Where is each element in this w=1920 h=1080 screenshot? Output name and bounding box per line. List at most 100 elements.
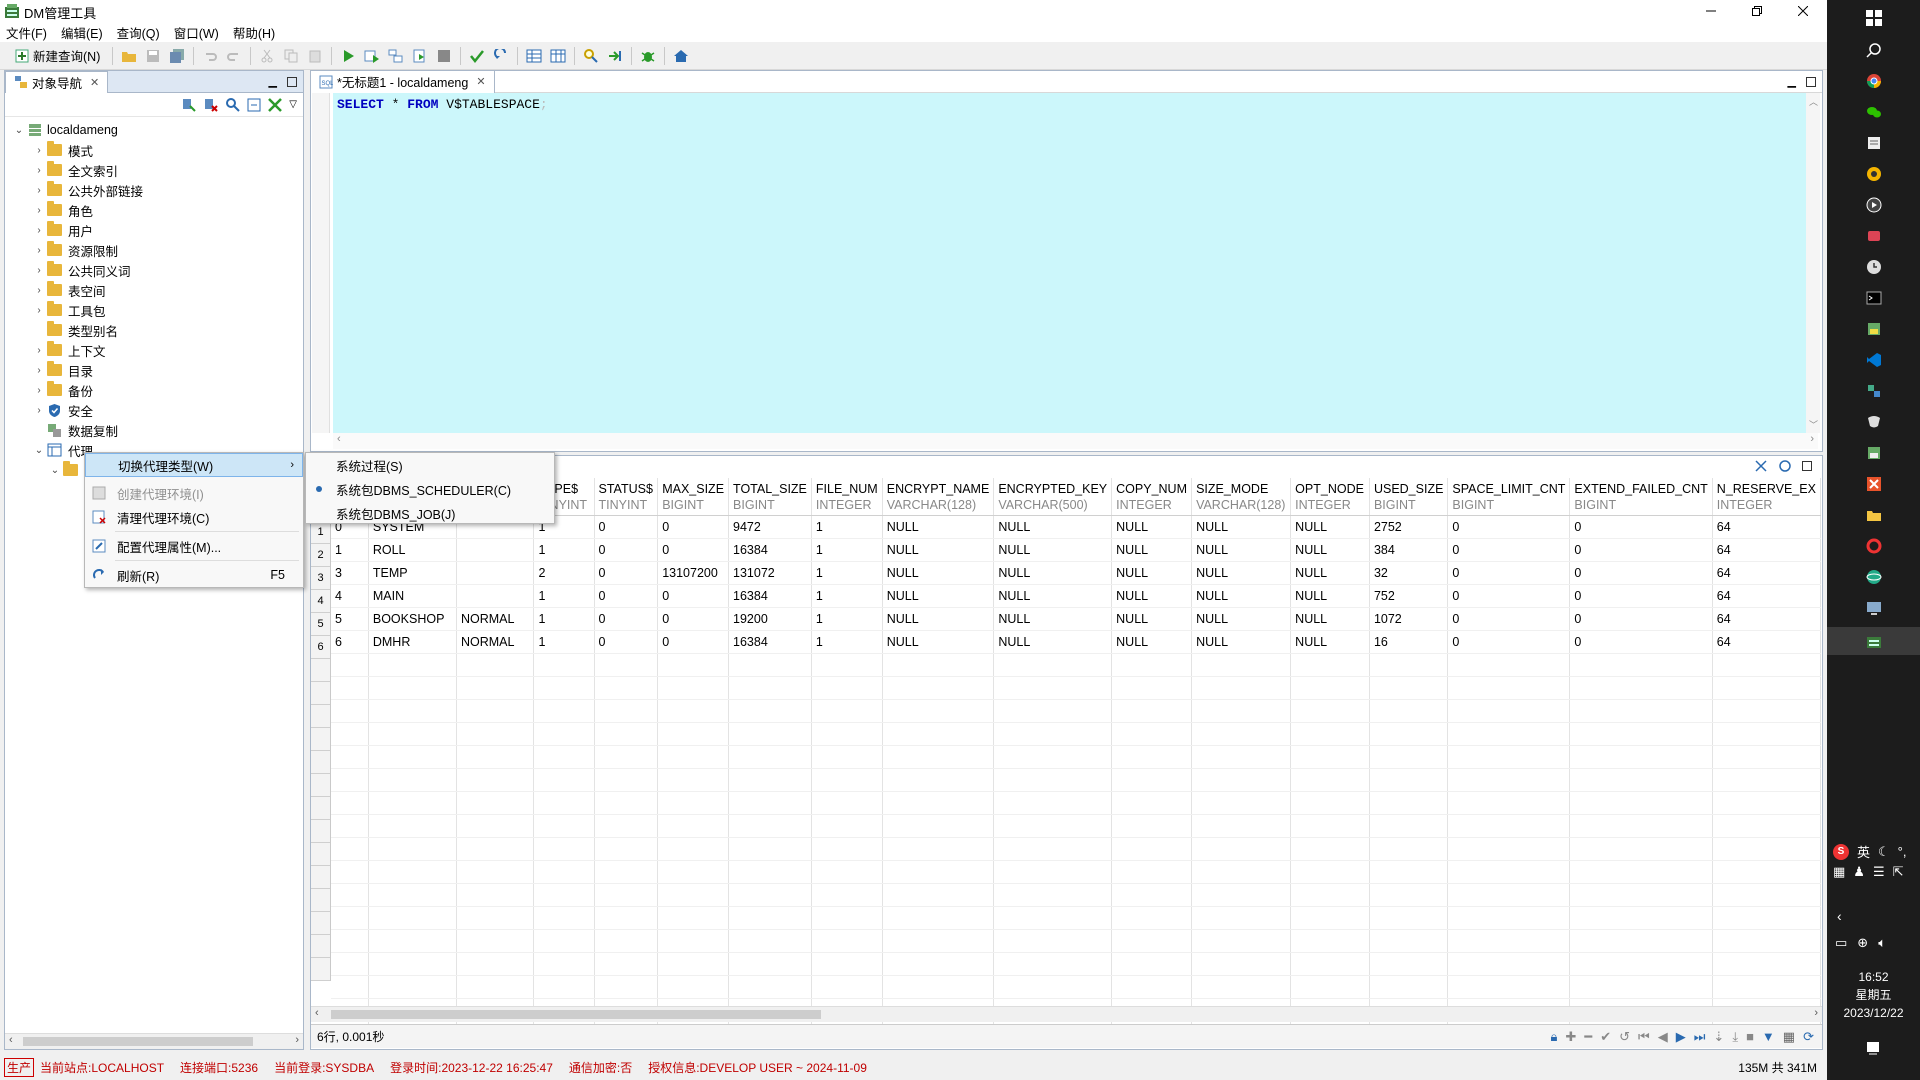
lock-icon[interactable]: 🔒︎ (1551, 1029, 1558, 1045)
table-cell[interactable]: MAIN (368, 584, 457, 608)
clock-icon[interactable] (1862, 255, 1886, 279)
media-player-icon[interactable] (1862, 193, 1886, 217)
table-cell[interactable]: BOOKSHOP (368, 607, 457, 631)
table-cell[interactable] (456, 561, 535, 585)
menu-file[interactable]: 文件(F) (6, 23, 47, 42)
app-db-icon[interactable] (1862, 317, 1886, 341)
table-cell[interactable]: 0 (594, 630, 659, 654)
scroll-thumb[interactable] (331, 1010, 821, 1019)
tree-item-user[interactable]: › 用户 (5, 220, 303, 240)
table-cell[interactable]: 1 (811, 584, 883, 608)
tree-item-package[interactable]: › 工具包 (5, 300, 303, 320)
filter-search-icon[interactable] (225, 97, 241, 113)
close-tab-icon[interactable]: ✕ (90, 76, 99, 89)
horizontal-scrollbar[interactable]: ‹ › (5, 1033, 303, 1049)
chevron-right-icon[interactable]: › (31, 242, 47, 258)
table-cell[interactable]: 0 (657, 607, 730, 631)
col-header[interactable]: MAX_SIZE BIGINT (657, 478, 730, 516)
memory-indicator[interactable]: 135M 共 341M (1738, 1059, 1817, 1076)
table-cell[interactable]: 0 (1447, 607, 1571, 631)
sogou-icon[interactable]: S (1833, 843, 1849, 860)
save-icon[interactable] (143, 46, 163, 66)
app-pink-icon[interactable] (1862, 224, 1886, 248)
execute-plan-icon[interactable] (362, 46, 382, 66)
col-header[interactable]: USED_SIZE BIGINT (1369, 478, 1449, 516)
copy-icon[interactable] (281, 46, 301, 66)
table-cell[interactable]: 16 (1369, 630, 1449, 654)
table-cell[interactable]: 752 (1369, 584, 1449, 608)
chevron-right-icon[interactable]: › (31, 142, 47, 158)
table-cell[interactable]: 9472 (728, 515, 812, 539)
restore-button[interactable] (1734, 0, 1780, 22)
globe-icon[interactable]: ⊕ (1857, 935, 1868, 951)
fetch-next-icon[interactable]: ⇣ (1713, 1029, 1724, 1045)
table-cell[interactable]: NULL (882, 630, 995, 654)
chevron-down-icon[interactable]: ⌄ (31, 442, 47, 458)
app-orange-icon[interactable] (1862, 472, 1886, 496)
first-page-icon[interactable]: ⏮ (1638, 1029, 1650, 1045)
table-cell[interactable]: 16384 (728, 630, 812, 654)
notepad-icon[interactable] (1862, 131, 1886, 155)
table-cell[interactable]: NULL (993, 538, 1113, 562)
app-earth-icon[interactable] (1862, 565, 1886, 589)
cut-icon[interactable] (257, 46, 277, 66)
table-cell[interactable]: NULL (882, 561, 995, 585)
close-button[interactable] (1780, 0, 1826, 22)
scroll-right-icon[interactable]: › (1810, 433, 1814, 445)
chevron-down-icon[interactable]: ⌄ (11, 122, 27, 138)
table-cell[interactable]: NORMAL (456, 630, 535, 654)
add-row-icon[interactable]: ✚ (1565, 1029, 1576, 1045)
rollback-icon[interactable] (491, 46, 511, 66)
start-icon[interactable] (1862, 6, 1886, 30)
table-cell[interactable]: NULL (993, 584, 1113, 608)
chevron-right-icon[interactable]: › (31, 282, 47, 298)
submenu-item-dbms-job[interactable]: 系统包DBMS_JOB(J) (306, 501, 554, 525)
table-icon[interactable] (524, 46, 544, 66)
chevron-right-icon[interactable]: › (31, 202, 47, 218)
save-all-icon[interactable] (167, 46, 187, 66)
col-header[interactable]: ENCRYPTED_KEY VARCHAR(500) (993, 478, 1113, 516)
table-cell[interactable]: NULL (993, 561, 1113, 585)
dm-manager-taskbar-icon[interactable] (1827, 627, 1920, 655)
table-cell[interactable]: NULL (882, 515, 995, 539)
refresh-icon[interactable]: ⟳ (1803, 1029, 1814, 1045)
menu-item-clear-agent-env[interactable]: 清理代理环境(C) (85, 505, 303, 529)
table-cell[interactable]: 0 (657, 584, 730, 608)
tree-item-public-link[interactable]: › 公共外部链接 (5, 180, 303, 200)
table-cell[interactable]: NULL (1290, 561, 1370, 585)
table-cell[interactable]: NULL (882, 607, 995, 631)
user-icon[interactable]: ♟ (1853, 864, 1865, 880)
table-cell[interactable]: NULL (1111, 584, 1193, 608)
scroll-right-icon[interactable]: › (295, 1034, 299, 1046)
table-cell[interactable]: NULL (1111, 515, 1193, 539)
table-cell[interactable]: NULL (1290, 584, 1370, 608)
table-cell[interactable] (456, 538, 535, 562)
tree-item-fulltext-index[interactable]: › 全文索引 (5, 160, 303, 180)
submenu-item-system-procedure[interactable]: 系统过程(S) (306, 453, 554, 477)
table-cell[interactable]: 5 (331, 607, 369, 631)
stop-icon[interactable] (434, 46, 454, 66)
delete-row-icon[interactable]: ━ (1584, 1029, 1592, 1045)
moon-icon[interactable]: ☾ (1878, 844, 1890, 860)
battery-icon[interactable]: ▭ (1835, 935, 1847, 951)
col-header[interactable]: COPY_NUM INTEGER (1111, 478, 1193, 516)
debug-step-icon[interactable] (605, 46, 625, 66)
table-cell[interactable]: NULL (1290, 538, 1370, 562)
scroll-left-icon[interactable]: ‹ (9, 1034, 13, 1046)
prev-page-icon[interactable]: ◀ (1658, 1029, 1668, 1045)
table-cell[interactable]: 6 (331, 630, 369, 654)
filter-icon[interactable]: ▼ (1762, 1029, 1775, 1044)
menu-item-refresh[interactable]: 刷新(R) F5 (85, 563, 303, 587)
table-cell[interactable]: NULL (993, 515, 1113, 539)
stop-fetch-icon[interactable]: ■ (1746, 1029, 1754, 1044)
table-cell[interactable]: 64 (1712, 630, 1821, 654)
table-cell[interactable]: 16384 (728, 584, 812, 608)
table-cell[interactable]: NULL (1290, 515, 1370, 539)
scroll-up-icon[interactable]: ︿ (1809, 95, 1818, 108)
editor-horizontal-scrollbar[interactable]: ‹ › (333, 433, 1818, 449)
table-row[interactable]: 5 BOOKSHOP NORMAL 1 0 0 19200 1 NULL NULL NULL NULL… (331, 607, 1821, 631)
table-cell[interactable]: DMHR (368, 630, 457, 654)
table-cell[interactable]: NORMAL (456, 607, 535, 631)
table-cell[interactable]: NULL (1191, 607, 1292, 631)
maximize-panel-icon[interactable] (287, 76, 297, 87)
